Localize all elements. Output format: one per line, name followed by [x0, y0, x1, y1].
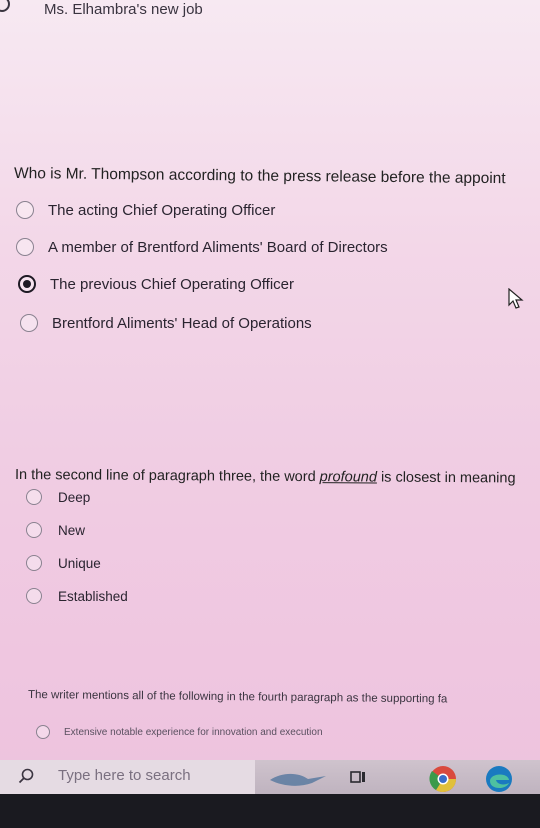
q2-option-2-radio[interactable]	[26, 522, 42, 538]
top-option-radio[interactable]	[0, 0, 10, 12]
q2-option-4-label: Established	[58, 588, 128, 604]
q2-option-2[interactable]: New	[26, 522, 85, 538]
q1-option-1-radio[interactable]	[16, 201, 34, 219]
q2-option-3-label: Unique	[58, 555, 101, 571]
q2-option-1-radio[interactable]	[26, 489, 42, 505]
q1-option-3-label: The previous Chief Operating Officer	[50, 275, 295, 293]
search-icon[interactable]	[18, 768, 34, 784]
q1-option-2-label: A member of Brentford Aliments' Board of…	[48, 238, 388, 256]
q3-option-1[interactable]: Extensive notable experience for innovat…	[36, 725, 323, 739]
q2-option-4-radio[interactable]	[26, 588, 42, 604]
question-3-text: The writer mentions all of the following…	[27, 689, 448, 706]
mouse-cursor-icon	[508, 288, 524, 309]
task-view-icon[interactable]	[350, 770, 366, 784]
question-1-text: Who is Mr. Thompson according to the pre…	[13, 165, 506, 188]
question-2-text-after: is closest in meaning	[376, 469, 516, 487]
question-2-keyword: profound	[319, 469, 378, 486]
question-2-text: In the second line of paragraph three, t…	[15, 467, 540, 487]
edge-icon[interactable]	[484, 764, 514, 794]
q1-option-4-radio[interactable]	[20, 314, 38, 332]
q2-option-1-label: Deep	[58, 489, 91, 505]
question-2-text-before: In the second line of paragraph three, t…	[14, 467, 320, 486]
top-option[interactable]: Ms. Elhambra's new job	[0, 0, 540, 26]
q2-option-3[interactable]: Unique	[26, 555, 101, 571]
q1-option-1[interactable]: The acting Chief Operating Officer	[16, 201, 275, 219]
q1-option-4[interactable]: Brentford Aliments' Head of Operations	[20, 314, 312, 332]
q2-option-4[interactable]: Established	[26, 588, 128, 604]
q1-option-2[interactable]: A member of Brentford Aliments' Board of…	[16, 238, 388, 256]
q2-option-3-radio[interactable]	[26, 555, 42, 571]
chrome-icon[interactable]	[428, 764, 458, 794]
top-option-label: Ms. Elhambra's new job	[44, 1, 203, 18]
q1-option-2-radio[interactable]	[16, 238, 34, 256]
search-placeholder[interactable]: Type here to search	[58, 767, 191, 784]
cortana-icon[interactable]	[268, 770, 328, 788]
q1-option-1-label: The acting Chief Operating Officer	[48, 201, 276, 219]
q1-option-4-label: Brentford Aliments' Head of Operations	[52, 314, 312, 332]
q3-option-1-radio[interactable]	[36, 725, 50, 739]
q1-option-3-radio[interactable]	[18, 275, 36, 293]
q2-option-2-label: New	[58, 522, 86, 538]
q2-option-1[interactable]: Deep	[26, 489, 90, 505]
q3-option-1-label: Extensive notable experience for innovat…	[64, 726, 323, 738]
q1-option-3[interactable]: The previous Chief Operating Officer	[18, 275, 294, 293]
